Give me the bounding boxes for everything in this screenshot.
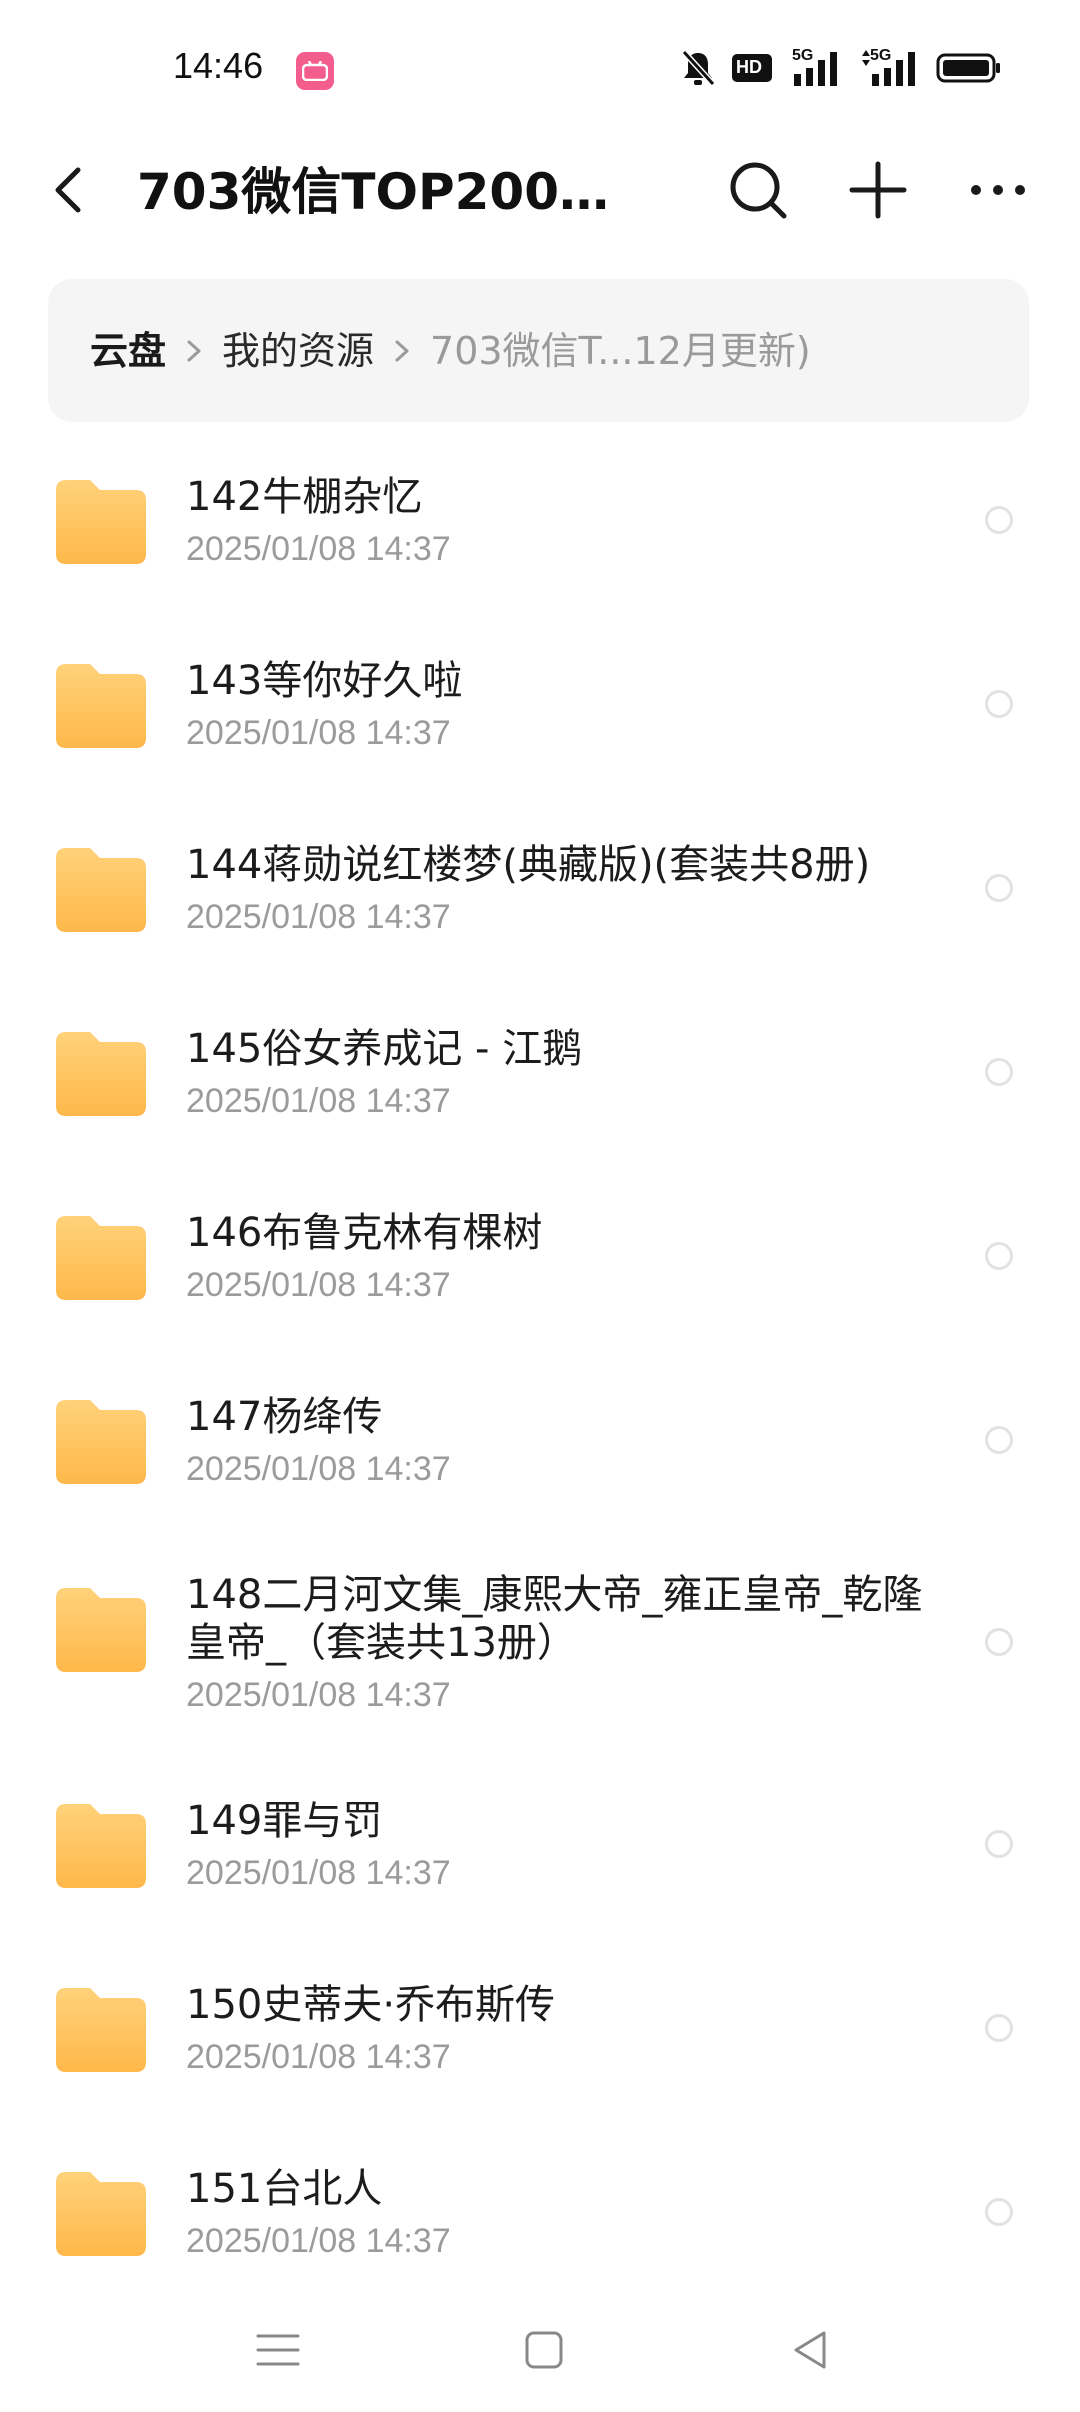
add-button[interactable]	[846, 158, 910, 222]
plus-icon	[849, 161, 907, 219]
more-button[interactable]	[966, 158, 1030, 222]
menu-icon	[256, 2334, 300, 2366]
file-date: 2025/01/08 14:37	[186, 898, 451, 936]
breadcrumb: 云盘 我的资源 703微信T...12月更新)	[48, 279, 1029, 422]
folder-icon	[56, 848, 146, 932]
list-item[interactable]: 146布鲁克林有棵树 2025/01/08 14:37	[0, 1166, 1080, 1350]
breadcrumb-item-current: 703微信T...12月更新)	[430, 328, 811, 373]
status-time: 14:46	[173, 45, 264, 86]
hd-icon: HD	[732, 48, 776, 88]
folder-icon	[56, 1400, 146, 1484]
file-date: 2025/01/08 14:37	[186, 530, 451, 568]
folder-icon	[56, 2172, 146, 2256]
select-radio[interactable]	[985, 2014, 1013, 2042]
select-radio[interactable]	[985, 2198, 1013, 2226]
select-radio[interactable]	[985, 1830, 1013, 1858]
list-item[interactable]: 151台北人 2025/01/08 14:37	[0, 2122, 1080, 2306]
folder-icon	[56, 1216, 146, 1300]
list-item[interactable]: 144蒋勋说红楼梦(典藏版)(套装共8册) 2025/01/08 14:37	[0, 798, 1080, 982]
file-date: 2025/01/08 14:37	[186, 2222, 451, 2260]
list-item[interactable]: 148二月河文集_康熙大帝_雍正皇帝_乾隆皇帝_（套装共13册） 2025/01…	[0, 1534, 1080, 1754]
file-date: 2025/01/08 14:37	[186, 1676, 451, 1714]
nav-home-button[interactable]	[514, 2320, 574, 2380]
file-name: 147杨绛传	[186, 1394, 383, 1440]
status-bar: 14:46 HD 5G 5G	[0, 0, 1080, 140]
back-button[interactable]	[42, 162, 98, 218]
select-radio[interactable]	[985, 1242, 1013, 1270]
list-item[interactable]: 150史蒂夫·乔布斯传 2025/01/08 14:37	[0, 1938, 1080, 2122]
file-name: 146布鲁克林有棵树	[186, 1210, 543, 1256]
triangle-back-icon	[794, 2331, 826, 2369]
file-list: 142牛棚杂忆 2025/01/08 14:37 143等你好久啦 2025/0…	[0, 430, 1080, 2306]
select-radio[interactable]	[985, 1628, 1013, 1656]
signal-5g-icon: 5G	[792, 48, 842, 88]
file-name: 149罪与罚	[186, 1798, 383, 1844]
file-name: 143等你好久啦	[186, 658, 463, 704]
breadcrumb-item-resources[interactable]: 我的资源	[222, 327, 374, 375]
folder-icon	[56, 1588, 146, 1672]
status-icons: HD 5G 5G	[680, 48, 1002, 88]
list-item[interactable]: 145俗女养成记 - 江鹅 2025/01/08 14:37	[0, 982, 1080, 1166]
list-item[interactable]: 149罪与罚 2025/01/08 14:37	[0, 1754, 1080, 1938]
search-button[interactable]	[726, 158, 790, 222]
list-item[interactable]: 147杨绛传 2025/01/08 14:37	[0, 1350, 1080, 1534]
file-date: 2025/01/08 14:37	[186, 1266, 451, 1304]
signal-5g-data-icon: 5G	[858, 48, 920, 88]
chevron-left-icon	[55, 167, 81, 213]
file-date: 2025/01/08 14:37	[186, 1450, 451, 1488]
file-name: 150史蒂夫·乔布斯传	[186, 1982, 556, 2028]
chevron-right-icon	[395, 340, 409, 361]
select-radio[interactable]	[985, 874, 1013, 902]
page-title: 703微信TOP200书...	[137, 163, 637, 221]
list-item[interactable]: 142牛棚杂忆 2025/01/08 14:37	[0, 430, 1080, 614]
file-date: 2025/01/08 14:37	[186, 714, 451, 752]
system-nav-bar	[0, 2290, 1080, 2412]
file-name: 151台北人	[186, 2166, 383, 2212]
select-radio[interactable]	[985, 1058, 1013, 1086]
file-date: 2025/01/08 14:37	[186, 1854, 451, 1892]
folder-icon	[56, 1988, 146, 2072]
file-name: 145俗女养成记 - 江鹅	[186, 1026, 583, 1072]
select-radio[interactable]	[985, 506, 1013, 534]
file-date: 2025/01/08 14:37	[186, 2038, 451, 2076]
bilibili-app-icon	[296, 52, 334, 90]
file-date: 2025/01/08 14:37	[186, 1082, 451, 1120]
bell-muted-icon	[681, 49, 716, 87]
nav-back-button[interactable]	[780, 2320, 840, 2380]
folder-icon	[56, 1032, 146, 1116]
select-radio[interactable]	[985, 1426, 1013, 1454]
breadcrumb-item-root[interactable]: 云盘	[90, 327, 166, 375]
battery-icon	[936, 53, 1000, 83]
list-item[interactable]: 143等你好久啦 2025/01/08 14:37	[0, 614, 1080, 798]
file-name: 142牛棚杂忆	[186, 474, 423, 520]
file-name: 144蒋勋说红楼梦(典藏版)(套装共8册)	[186, 842, 871, 888]
more-icon	[971, 185, 1025, 195]
nav-recents-button[interactable]	[248, 2320, 308, 2380]
file-name: 148二月河文集_康熙大帝_雍正皇帝_乾隆皇帝_（套装共13册）	[186, 1572, 923, 1666]
select-radio[interactable]	[985, 690, 1013, 718]
app-bar: 703微信TOP200书...	[0, 140, 1080, 240]
chevron-right-icon	[187, 340, 201, 361]
folder-icon	[56, 664, 146, 748]
folder-icon	[56, 1804, 146, 1888]
square-icon	[525, 2331, 563, 2369]
search-icon	[730, 162, 787, 219]
folder-icon	[56, 480, 146, 564]
hd-label: HD	[736, 57, 762, 77]
